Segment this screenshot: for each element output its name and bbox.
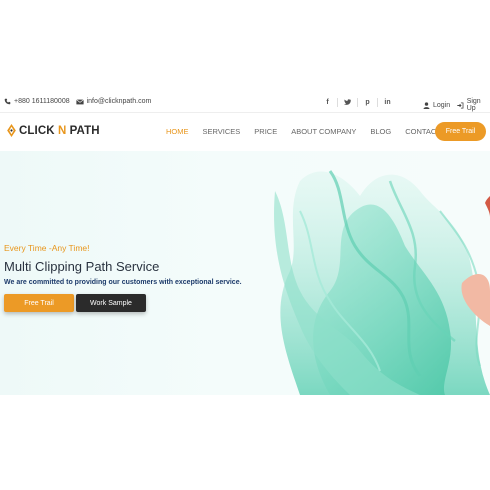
twitter-icon[interactable] [338,98,357,107]
facebook-icon[interactable]: f [318,99,337,106]
email-contact[interactable]: info@clicknpath.com [75,98,152,105]
hero-banner: Every Time -Any Time! Multi Clipping Pat… [0,151,490,395]
hero-subline: We are committed to providing our custom… [4,279,242,286]
hero-headline: Multi Clipping Path Service [4,259,160,274]
phone-icon [4,98,11,105]
login-link[interactable]: Login [423,98,450,112]
login-label: Login [433,101,451,109]
pinterest-icon[interactable]: p [358,99,377,106]
free-trial-button[interactable]: Free Trail [4,294,74,312]
signup-link[interactable]: Sign Up [457,98,490,112]
nav-item-home[interactable]: HOME [166,127,189,136]
hero-tagline: Every Time -Any Time! [4,243,90,253]
brand-logo[interactable]: CLICK N PATH [6,124,100,137]
nav-menu: HOME SERVICES PRICE ABOUT COMPANY BLOG C… [166,127,455,136]
linkedin-icon[interactable]: in [378,99,397,106]
contact-info: +880 1611180008 info@clicknpath.com [4,98,151,105]
social-links: f p in [318,98,397,107]
auth-links: Login Sign Up [423,98,490,112]
envelope-icon [75,98,84,104]
brand-name: CLICK N PATH [19,124,100,137]
free-trial-nav-button[interactable]: Free Trail [435,122,486,141]
signup-label: Sign Up [466,98,481,112]
nav-item-about-company[interactable]: ABOUT COMPANY [291,127,356,136]
phone-number: +880 1611180008 [14,98,70,105]
work-sample-button[interactable]: Work Sample [76,294,146,312]
main-navbar: CLICK N PATH HOME SERVICES PRICE ABOUT C… [0,113,490,151]
nav-item-price[interactable]: PRICE [254,127,277,136]
top-bar: +880 1611180008 info@clicknpath.com f p … [0,95,490,112]
nav-item-services[interactable]: SERVICES [203,127,241,136]
phone-contact[interactable]: +880 1611180008 [4,98,70,105]
pen-nib-icon [7,124,16,137]
email-address: info@clicknpath.com [86,98,152,105]
nav-item-blog[interactable]: BLOG [370,127,391,136]
sign-in-icon [457,101,464,109]
user-icon [423,101,430,109]
